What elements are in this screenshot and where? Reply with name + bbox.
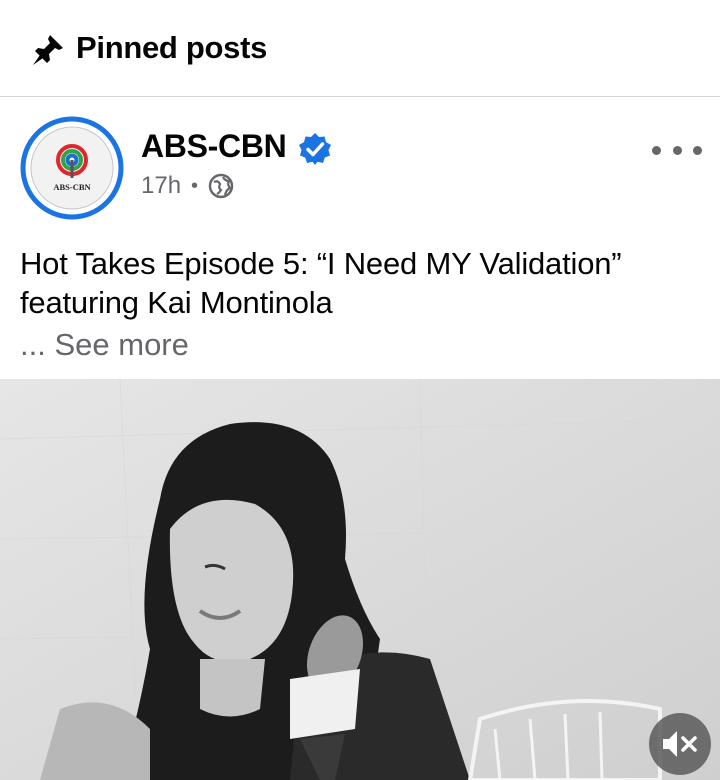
pin-icon [33, 35, 63, 65]
globe-icon [208, 173, 234, 199]
see-more-link[interactable]: See more [54, 327, 188, 362]
post-text: Hot Takes Episode 5: “I Need MY Validati… [20, 244, 700, 322]
post-text-line-2: featuring Kai Montinola [20, 285, 333, 320]
section-title: Pinned posts [76, 30, 268, 65]
more-options-icon[interactable] [652, 134, 702, 166]
avatar-logo-text: ABS-CBN [53, 182, 91, 192]
post-video[interactable] [0, 379, 720, 780]
post-text-line-1: Hot Takes Episode 5: “I Need MY Validati… [20, 246, 622, 281]
verified-badge-icon [299, 133, 331, 165]
post-time[interactable]: 17h [141, 172, 181, 200]
page-avatar[interactable]: ABS-CBN [20, 116, 124, 220]
mute-icon[interactable] [649, 713, 711, 775]
page-name[interactable]: ABS-CBN [141, 128, 287, 165]
meta-separator: • [191, 174, 199, 197]
post-meta: 17h • [141, 172, 234, 200]
ellipsis: ... [20, 327, 46, 362]
pinned-posts-header: Pinned posts [0, 0, 720, 97]
see-more-row: ... See more [20, 325, 189, 364]
